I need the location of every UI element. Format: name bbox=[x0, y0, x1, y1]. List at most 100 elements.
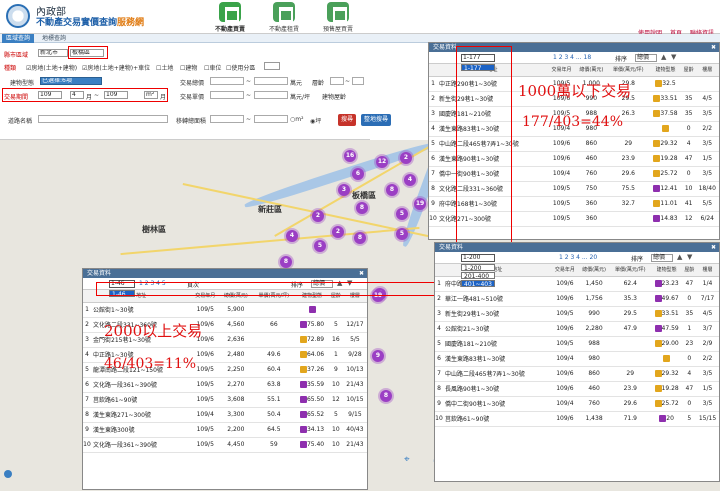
type-opt-6[interactable]: ☐使用分區 bbox=[226, 63, 255, 72]
col-header[interactable]: 建物型態 bbox=[650, 264, 683, 277]
period-year-to[interactable]: 109 bbox=[104, 91, 128, 99]
location-icon[interactable]: ⌖ bbox=[404, 454, 418, 468]
table-row[interactable]: 2 華江一路481~510號 109/6 1,756 35.3 49.67 0 7/17 bbox=[435, 291, 719, 307]
floor-max-input[interactable] bbox=[352, 77, 364, 85]
map-cluster[interactable]: 5 bbox=[396, 228, 408, 240]
page-range-option[interactable]: 401~403 bbox=[461, 280, 495, 288]
map-cluster[interactable]: 19 bbox=[414, 198, 426, 210]
table-row[interactable]: 1 公館街1~30號 109/5 5,900 bbox=[83, 302, 367, 318]
sort-select[interactable]: 總價 bbox=[635, 54, 657, 62]
col-header[interactable]: 地址 bbox=[91, 290, 192, 303]
map-cluster[interactable]: 8 bbox=[280, 256, 292, 268]
unit-max-input[interactable] bbox=[254, 91, 288, 99]
table-row[interactable]: 5 國慶路181~210號 109/5 988 29.00 23 2/9 bbox=[435, 336, 719, 352]
map-cluster[interactable]: 4 bbox=[286, 230, 298, 242]
table-row[interactable]: 10 莒欽路61~90號 109/6 1,438 71.9 20 5 15/15 bbox=[435, 411, 719, 427]
map-cluster[interactable]: 19 bbox=[372, 290, 384, 302]
sort-select[interactable]: 總價 bbox=[311, 280, 333, 288]
building-type-select[interactable]: 已選擇:6項 bbox=[40, 77, 102, 85]
col-header[interactable]: 樓層 bbox=[695, 264, 719, 277]
total-max-input[interactable] bbox=[254, 77, 288, 85]
col-header[interactable]: 屋齡 bbox=[328, 290, 343, 303]
site-title[interactable]: 不動產交易實價查詢服務網 bbox=[36, 15, 144, 28]
map-cluster[interactable]: 4 bbox=[404, 174, 416, 186]
map-cluster[interactable]: 9 bbox=[372, 350, 384, 362]
type-opt-3[interactable]: ☐土地 bbox=[156, 63, 173, 72]
map-cluster[interactable]: 5 bbox=[314, 240, 326, 252]
sort-asc-icon[interactable]: ▲ bbox=[661, 53, 666, 61]
table-row[interactable]: 8 文化路二段331~360號 109/5 750 75.5 12.41 10 18/40 bbox=[429, 181, 719, 197]
table-row[interactable]: 6 文化路一段361~390號 109/5 2,270 63.8 35.59 10 21/43 bbox=[83, 377, 367, 393]
type-opt-1[interactable]: ☑房地(土地+建物) bbox=[26, 63, 77, 72]
unit-min-input[interactable] bbox=[210, 91, 244, 99]
table-row[interactable]: 6 漢生東路90巷1~30號 109/6 460 23.9 19.28 47 1/5 bbox=[429, 151, 719, 167]
col-header[interactable]: 屋齡 bbox=[682, 264, 696, 277]
advanced-search-button[interactable]: 整地搜尋 bbox=[361, 114, 391, 126]
col-header[interactable]: 建物型態 bbox=[295, 290, 329, 303]
map-cluster[interactable]: 2 bbox=[332, 226, 344, 238]
table-row[interactable]: 9 府中路168巷1~30號 109/5 360 32.7 11.01 41 5/5 bbox=[429, 196, 719, 212]
map-cluster[interactable]: 8 bbox=[356, 202, 368, 214]
map-cluster[interactable]: 6 bbox=[352, 168, 364, 180]
col-header[interactable]: 總價(萬元) bbox=[578, 264, 610, 277]
sort-select[interactable]: 總價 bbox=[651, 254, 673, 262]
sort-asc-icon[interactable]: ▲ bbox=[677, 253, 682, 261]
col-header[interactable]: 樓層 bbox=[342, 290, 367, 303]
page-range-select[interactable]: 1-46 bbox=[109, 280, 135, 288]
unit-m2-radio[interactable]: ○m² bbox=[290, 116, 304, 123]
floor-min-input[interactable] bbox=[330, 77, 344, 85]
nav-sale[interactable]: 不動產買賣 bbox=[204, 2, 256, 34]
type-opt-2[interactable]: ☑房地(土地+建物)+車位 bbox=[82, 63, 150, 72]
table-row[interactable]: 4 公館街21~30號 109/6 2,280 47.9 47.59 1 3/7 bbox=[435, 321, 719, 337]
table-row[interactable]: 7 僑中一街90巷1~30號 109/4 760 29.6 25.72 0 3/5 bbox=[429, 166, 719, 182]
table-row[interactable]: 7 莒欽路61~90號 109/5 3,608 55.1 65.50 12 10/15 bbox=[83, 392, 367, 408]
pagination[interactable]: 1 2 3 4 5 bbox=[139, 280, 166, 287]
sort-desc-icon[interactable]: ▼ bbox=[671, 53, 676, 61]
map-cluster[interactable]: 12 bbox=[376, 156, 388, 168]
sort-desc-icon[interactable]: ▼ bbox=[687, 253, 692, 261]
area-min-input[interactable] bbox=[210, 115, 244, 123]
col-header[interactable]: 單價(萬元/坪) bbox=[609, 264, 651, 277]
nav-presale[interactable]: 預售屋買賣 bbox=[312, 2, 364, 34]
table-row[interactable]: 9 僑中二街90巷1~30號 109/4 760 29.6 25.72 0 3/5 bbox=[435, 396, 719, 412]
district-select[interactable]: 板橋區 bbox=[70, 49, 104, 57]
col-header[interactable]: 單價(萬元/坪) bbox=[607, 64, 650, 77]
zone-select[interactable] bbox=[264, 62, 280, 70]
col-header[interactable]: 總價(萬元) bbox=[575, 64, 608, 77]
page-range-option[interactable]: 201-400 bbox=[461, 272, 495, 280]
col-header[interactable]: 交易年月 bbox=[547, 64, 576, 77]
page-range-option[interactable]: 1-177 bbox=[461, 64, 495, 72]
map-cluster[interactable]: 2 bbox=[312, 210, 324, 222]
col-header[interactable]: 單價(萬元/坪) bbox=[252, 290, 296, 303]
page-links[interactable]: 1 2 3 4 ... 20 bbox=[559, 254, 597, 261]
page-links[interactable]: 1 2 3 4 ... 18 bbox=[553, 54, 591, 61]
col-header[interactable]: 建物型態 bbox=[649, 64, 682, 77]
map-cluster[interactable]: 8 bbox=[386, 184, 398, 196]
map-home-icon[interactable] bbox=[4, 470, 12, 478]
col-header[interactable]: 屋齡 bbox=[681, 64, 696, 77]
total-min-input[interactable] bbox=[210, 77, 244, 85]
close-icon[interactable]: ✖ bbox=[359, 269, 364, 278]
page-range-option[interactable]: 1-200 bbox=[461, 264, 495, 272]
col-header[interactable]: 樓層 bbox=[695, 64, 719, 77]
county-select[interactable]: 新北市 bbox=[38, 49, 68, 57]
map-cluster[interactable]: 2 bbox=[400, 152, 412, 164]
period-month-from[interactable]: 4 bbox=[70, 91, 84, 99]
table-row[interactable]: 10 文化路一段361~390號 109/5 4,450 59 75.40 10 21/43 bbox=[83, 437, 367, 453]
tab-landmark-query[interactable]: 地標查詢 bbox=[38, 34, 70, 43]
table-row[interactable]: 9 漢生東路300號 109/5 2,200 64.5 34.13 10 40/43 bbox=[83, 422, 367, 438]
road-input[interactable] bbox=[38, 115, 168, 123]
type-opt-5[interactable]: ☐車位 bbox=[204, 63, 221, 72]
page-links[interactable]: 1 2 3 4 5 bbox=[139, 280, 166, 287]
sort-desc-icon[interactable]: ▼ bbox=[347, 279, 352, 287]
table-row[interactable]: 7 中山路二段465巷7弄1~30號 109/6 860 29 29.32 4 3/5 bbox=[435, 366, 719, 382]
close-icon[interactable]: ✖ bbox=[711, 243, 716, 252]
page-range-option[interactable]: 1-46 bbox=[109, 290, 135, 298]
area-max-input[interactable] bbox=[254, 115, 288, 123]
col-header[interactable]: 交易年月 bbox=[191, 290, 220, 303]
period-month-to[interactable]: m² bbox=[144, 91, 158, 99]
map-cluster[interactable]: 8 bbox=[354, 232, 366, 244]
table-row[interactable]: 8 漢生東路271~300號 109/4 3,300 50.4 65.52 5 9/15 bbox=[83, 407, 367, 423]
type-opt-4[interactable]: ☐建物 bbox=[180, 63, 197, 72]
table-row[interactable]: 10 文化路271~300號 109/5 360 14.83 12 6/24 bbox=[429, 211, 719, 227]
